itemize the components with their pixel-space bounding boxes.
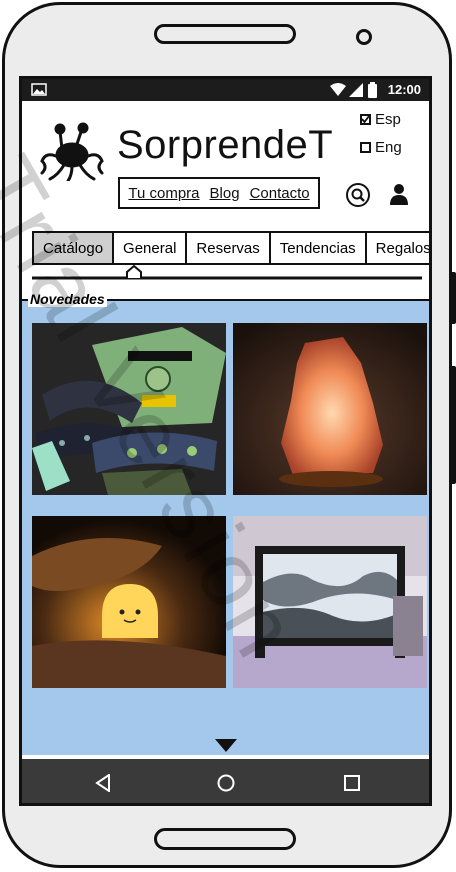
power-button xyxy=(450,366,456,484)
tab-reservas[interactable]: Reservas xyxy=(185,231,271,265)
product-tile-socks[interactable] xyxy=(32,323,226,495)
home-button xyxy=(154,828,296,850)
speaker-grille xyxy=(154,24,296,44)
top-nav: Tu compra Blog Contacto xyxy=(118,177,320,209)
signal-icon xyxy=(349,83,363,97)
checkbox-checked[interactable] xyxy=(360,114,371,125)
image-icon xyxy=(31,83,47,96)
contact-link[interactable]: Contacto xyxy=(250,185,310,202)
tab-general[interactable]: General xyxy=(112,231,188,265)
lang-label-esp: Esp xyxy=(375,111,401,128)
lang-option-eng[interactable]: Eng xyxy=(360,139,402,156)
sand-art-frame-image xyxy=(233,516,427,688)
blog-link[interactable]: Blog xyxy=(210,185,240,202)
status-time: 12:00 xyxy=(387,82,421,97)
section-title-novedades: Novedades xyxy=(28,291,107,307)
category-tabs: Catálogo General Reservas Tendencias Reg… xyxy=(32,231,429,265)
search-icon xyxy=(351,188,365,202)
product-tile-salt-lamp[interactable] xyxy=(233,323,427,495)
volume-button xyxy=(450,272,456,324)
android-nav-bar xyxy=(22,759,429,803)
tab-indicator xyxy=(32,265,422,280)
mandalorian-socks-image xyxy=(32,323,226,495)
scroll-down-icon[interactable] xyxy=(215,739,237,753)
home-icon[interactable] xyxy=(217,774,235,792)
salt-lamp-image xyxy=(233,323,427,495)
flying-spaghetti-monster-logo xyxy=(40,122,104,181)
product-tile-ghost-light[interactable] xyxy=(32,516,226,688)
ghost-night-light-image xyxy=(32,516,226,688)
status-bar: 12:00 xyxy=(22,79,429,101)
brand-name: SorprendeT xyxy=(117,123,334,167)
search-button[interactable] xyxy=(346,183,370,207)
front-camera xyxy=(356,29,372,45)
recent-apps-icon[interactable] xyxy=(343,774,361,792)
lang-label-eng: Eng xyxy=(375,139,402,156)
tab-catalogo[interactable]: Catálogo xyxy=(32,231,115,265)
tab-tendencias[interactable]: Tendencias xyxy=(268,231,367,265)
wifi-icon xyxy=(330,83,346,96)
lang-option-esp[interactable]: Esp xyxy=(360,111,401,128)
user-icon[interactable] xyxy=(389,183,409,207)
product-tile-sand-art[interactable] xyxy=(233,516,427,688)
battery-icon xyxy=(368,82,377,98)
checkbox-unchecked[interactable] xyxy=(360,142,371,153)
tab-regalos[interactable]: Regalos xyxy=(364,231,429,265)
novedades-panel xyxy=(22,299,429,755)
back-icon[interactable] xyxy=(94,774,112,792)
cart-link[interactable]: Tu compra xyxy=(128,185,199,202)
screen: 12:00 SorprendeT Esp Eng Tu compra Blog xyxy=(19,76,432,806)
